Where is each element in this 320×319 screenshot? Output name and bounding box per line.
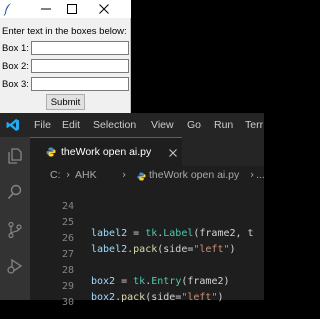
menu-terminal[interactable]: Terr <box>245 119 263 131</box>
tab-strip: theWork open ai.py <box>30 137 264 166</box>
tab-label: theWork open ai.py <box>61 146 152 158</box>
box1-input[interactable] <box>31 41 129 55</box>
python-file-icon <box>137 172 146 181</box>
breadcrumb-file[interactable]: theWork open ai.py <box>149 169 239 181</box>
run-debug-icon[interactable] <box>6 257 24 275</box>
code-line: 26 label2.pack(side="left") <box>30 222 264 255</box>
menu-file[interactable]: File <box>34 119 51 131</box>
breadcrumb-separator-icon: › <box>66 169 71 181</box>
python-file-icon <box>46 147 56 157</box>
minimize-icon[interactable] <box>40 3 52 15</box>
box1-label: Box 1: <box>2 43 29 54</box>
menu-view[interactable]: View <box>151 119 174 131</box>
menu-run[interactable]: Run <box>214 119 233 131</box>
code-line: 27 <box>30 238 264 260</box>
tk-window: Enter text in the boxes below: Box 1: Bo… <box>0 0 131 113</box>
maximize-icon[interactable] <box>66 3 78 15</box>
breadcrumb-separator-icon: › <box>122 169 127 181</box>
vscode-window: File Edit Selection View Go Run Terr the… <box>0 113 265 308</box>
tab-close-icon[interactable] <box>169 149 177 157</box>
close-icon[interactable] <box>98 3 110 15</box>
box3-label: Box 3: <box>2 79 29 90</box>
feather-icon <box>3 3 11 16</box>
submit-button[interactable]: Submit <box>46 94 85 110</box>
vscode-logo-icon[interactable] <box>6 118 20 132</box>
menu-selection[interactable]: Selection <box>93 119 136 131</box>
prompt-label: Enter text in the boxes below: <box>2 26 127 37</box>
box2-label: Box 2: <box>2 61 29 72</box>
box2-input[interactable] <box>31 59 129 73</box>
breadcrumb-drive[interactable]: C: <box>50 169 61 181</box>
activity-bar <box>0 137 30 300</box>
code-line: 29 box2.pack(side="left") <box>30 270 264 303</box>
code-editor[interactable]: 24 25 label2 = tk.Label(frame2, t 26 lab… <box>30 190 264 308</box>
menu-edit[interactable]: Edit <box>62 119 80 131</box>
box3-input[interactable] <box>31 77 129 91</box>
code-line: 25 label2 = tk.Label(frame2, t <box>30 206 264 239</box>
breadcrumb: C: › AHK › theWork open ai.py › ... <box>30 166 265 186</box>
breadcrumb-separator-icon: › <box>250 169 255 181</box>
code-line: 24 <box>30 190 264 212</box>
search-icon[interactable] <box>6 183 24 201</box>
breadcrumb-symbol[interactable]: ... <box>256 169 265 181</box>
menu-go[interactable]: Go <box>187 119 201 131</box>
tk-titlebar[interactable] <box>0 0 131 18</box>
explorer-icon[interactable] <box>6 147 24 165</box>
source-control-icon[interactable] <box>6 221 24 239</box>
code-line: 28 box2 = tk.Entry(frame2) <box>30 254 264 287</box>
tab-theWork-open-ai[interactable]: theWork open ai.py <box>30 137 182 166</box>
breadcrumb-folder[interactable]: AHK <box>75 169 97 181</box>
menu-bar: File Edit Selection View Go Run Terr <box>0 113 264 137</box>
line-number: 30 <box>61 297 74 308</box>
